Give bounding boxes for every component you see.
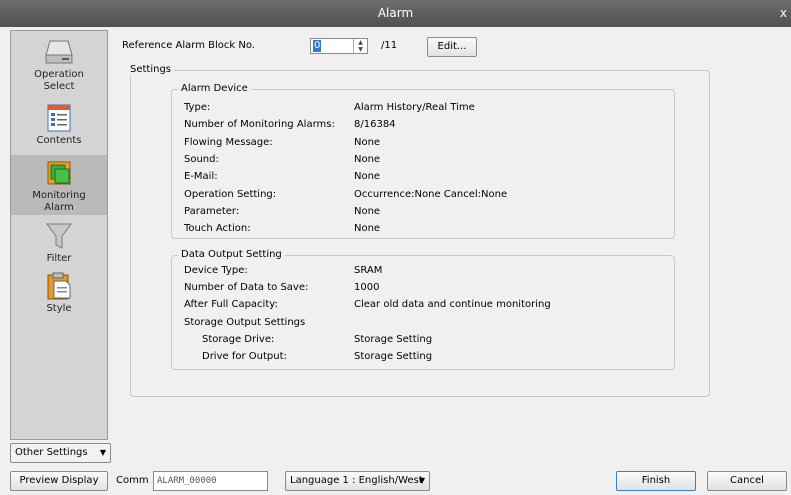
edit-button[interactable]: Edit... xyxy=(427,37,477,57)
comm-label: Comm xyxy=(116,475,149,486)
monitoring-alarm-icon xyxy=(47,161,71,185)
sidebar-item-operation-select[interactable]: Operation Select xyxy=(11,37,107,95)
sidebar-item-monitoring-alarm[interactable]: Monitoring Alarm xyxy=(11,155,107,215)
output-row-label: After Full Capacity: xyxy=(184,299,278,310)
alarm-row-value: None xyxy=(354,206,381,217)
window-title: Alarm xyxy=(377,6,414,20)
reference-block-stepper[interactable]: 0 ▲ ▼ xyxy=(310,38,368,54)
settings-group-title: Settings xyxy=(127,64,175,75)
other-settings-dropdown[interactable]: Other Settings ▼ xyxy=(10,443,111,463)
spin-arrows-icon[interactable]: ▲ ▼ xyxy=(353,39,367,53)
output-row-value: 1000 xyxy=(354,282,380,293)
drive-icon xyxy=(45,40,73,64)
cancel-button[interactable]: Cancel xyxy=(707,471,787,491)
output-row-label: Device Type: xyxy=(184,265,248,276)
chevron-down-icon: ▼ xyxy=(99,448,106,457)
alarm-row-label: E-Mail: xyxy=(184,171,218,182)
sidebar-item-filter[interactable]: Filter xyxy=(11,221,107,269)
other-settings-label: Other Settings xyxy=(15,447,88,458)
close-icon[interactable]: x xyxy=(780,0,787,27)
alarm-row-label: Number of Monitoring Alarms: xyxy=(184,119,335,130)
alarm-row-label: Flowing Message: xyxy=(184,137,273,148)
data-output-title: Data Output Setting xyxy=(178,249,285,260)
chevron-down-icon: ▼ xyxy=(418,476,425,485)
output-row-value: SRAM xyxy=(354,265,383,276)
sidebar-item-label: Monitoring xyxy=(32,190,86,201)
alarm-device-title: Alarm Device xyxy=(178,83,251,94)
alarm-row-label: Type: xyxy=(184,102,211,113)
clipboard-style-icon xyxy=(47,272,71,300)
comm-input[interactable]: ALARM_00000 xyxy=(153,471,268,491)
output-row-value: Clear old data and continue monitoring xyxy=(354,299,551,310)
alarm-row-value: None xyxy=(354,137,381,148)
output-row-label: Number of Data to Save: xyxy=(184,282,309,293)
title-bar: Alarm x xyxy=(0,0,791,27)
alarm-row-value: Alarm History/Real Time xyxy=(354,102,475,113)
storage-row-label: Drive for Output: xyxy=(202,351,287,362)
reference-block-total: /11 xyxy=(381,40,398,51)
alarm-row-label: Operation Setting: xyxy=(184,189,277,200)
sidebar-item-label: Contents xyxy=(36,135,82,146)
reference-block-label: Reference Alarm Block No. xyxy=(122,40,255,51)
sidebar-item-contents[interactable]: Contents xyxy=(11,103,107,151)
filter-funnel-icon xyxy=(46,223,72,249)
sidebar-item-style[interactable]: Style xyxy=(11,271,107,319)
alarm-row-value: 8/16384 xyxy=(354,119,396,130)
alarm-row-label: Touch Action: xyxy=(184,223,251,234)
alarm-row-label: Parameter: xyxy=(184,206,240,217)
sidebar-item-label: Operation xyxy=(34,69,84,80)
finish-button[interactable]: Finish xyxy=(616,471,696,491)
document-list-icon xyxy=(47,104,71,132)
alarm-row-value: None xyxy=(354,223,381,234)
storage-output-title: Storage Output Settings xyxy=(184,317,306,328)
sidebar-item-label: Filter xyxy=(46,253,72,264)
sidebar-item-sublabel: Select xyxy=(43,81,75,92)
preview-display-button[interactable]: Preview Display xyxy=(10,471,108,491)
alarm-row-label: Sound: xyxy=(184,154,219,165)
storage-row-value: Storage Setting xyxy=(354,351,433,362)
language-value: Language 1 : English/West xyxy=(290,475,423,486)
alarm-row-value: Occurrence:None Cancel:None xyxy=(354,189,508,200)
reference-block-value[interactable]: 0 xyxy=(313,40,322,52)
language-select[interactable]: Language 1 : English/West ▼ xyxy=(285,471,430,491)
alarm-row-value: None xyxy=(354,171,381,182)
sidebar-item-label: Style xyxy=(46,303,72,314)
storage-row-value: Storage Setting xyxy=(354,334,433,345)
alarm-row-value: None xyxy=(354,154,381,165)
sidebar: Operation Select Contents Monitoring Ala… xyxy=(10,30,108,440)
sidebar-item-sublabel: Alarm xyxy=(44,202,74,213)
storage-row-label: Storage Drive: xyxy=(202,334,275,345)
